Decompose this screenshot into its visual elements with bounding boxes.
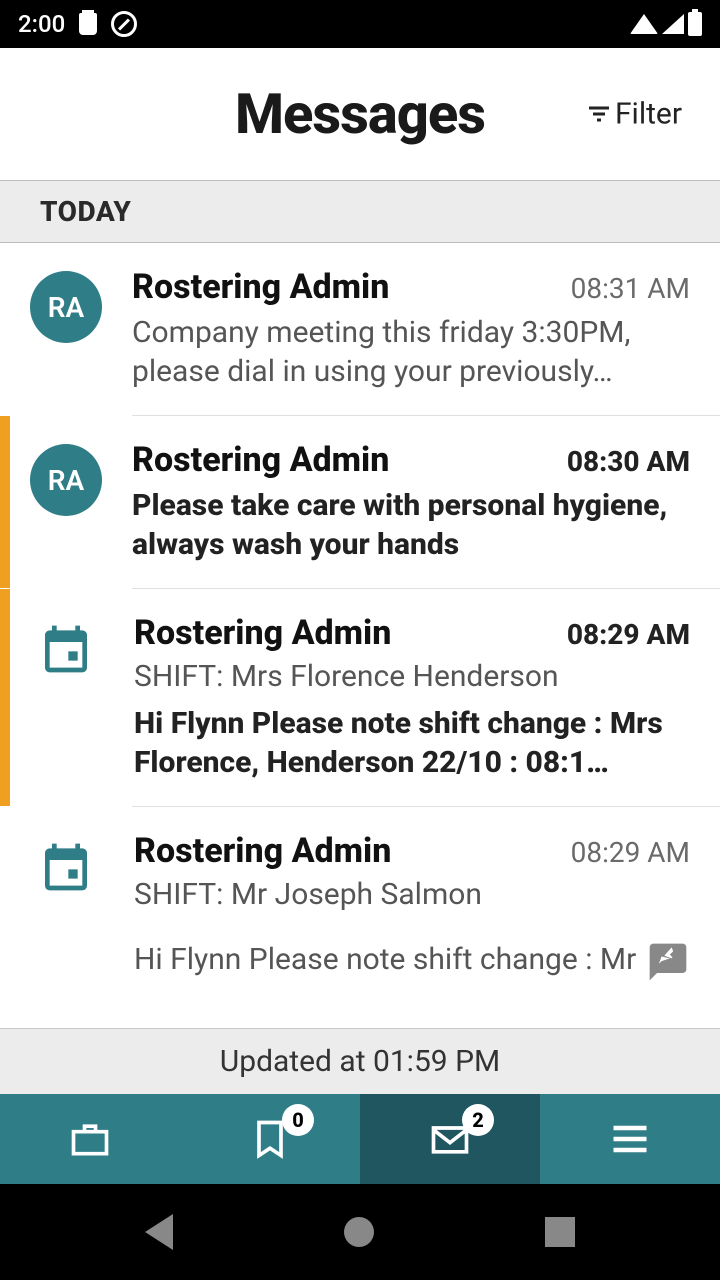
message-sender: Rostering Admin bbox=[132, 440, 389, 480]
filter-icon bbox=[589, 107, 609, 122]
message-subject: SHIFT: Mrs Florence Henderson bbox=[134, 659, 690, 694]
status-bar: 2:00 bbox=[0, 0, 720, 48]
message-item[interactable]: Rostering Admin 08:29 AM SHIFT: Mr Josep… bbox=[0, 807, 720, 1003]
filter-button[interactable]: Filter bbox=[589, 97, 682, 132]
nav-bookmarks[interactable]: 0 bbox=[180, 1094, 360, 1184]
android-back-button[interactable] bbox=[145, 1214, 173, 1250]
message-sender: Rostering Admin bbox=[134, 613, 391, 653]
nav-menu[interactable] bbox=[540, 1094, 720, 1184]
compose-button[interactable] bbox=[646, 940, 690, 980]
page-title: Messages bbox=[235, 81, 485, 147]
message-item[interactable]: RA Rostering Admin 08:31 AM Company meet… bbox=[0, 243, 720, 415]
message-preview: Hi Flynn Please note shift change : Mrs … bbox=[134, 704, 690, 782]
bottom-nav: 0 2 bbox=[0, 1094, 720, 1184]
calendar-icon bbox=[38, 621, 94, 677]
nav-briefcase[interactable] bbox=[0, 1094, 180, 1184]
message-time: 08:29 AM bbox=[567, 618, 690, 651]
do-not-disturb-icon bbox=[111, 11, 137, 37]
android-recent-button[interactable] bbox=[545, 1217, 575, 1247]
message-preview: Company meeting this friday 3:30PM, plea… bbox=[132, 313, 690, 391]
avatar: RA bbox=[30, 444, 102, 516]
status-time: 2:00 bbox=[18, 10, 65, 38]
avatar: RA bbox=[30, 271, 102, 343]
message-preview: Hi Flynn Please note shift change : Mr bbox=[134, 940, 690, 979]
message-time: 08:30 AM bbox=[567, 445, 690, 478]
bookmarks-badge: 0 bbox=[282, 1104, 314, 1136]
android-nav-bar bbox=[0, 1184, 720, 1280]
message-list: RA Rostering Admin 08:31 AM Company meet… bbox=[0, 243, 720, 1003]
message-subject: SHIFT: Mr Joseph Salmon bbox=[134, 877, 690, 912]
message-preview: Please take care with personal hygiene, … bbox=[132, 486, 690, 564]
message-sender: Rostering Admin bbox=[134, 831, 391, 871]
message-time: 08:31 AM bbox=[571, 272, 690, 305]
battery-icon bbox=[688, 12, 702, 36]
filter-label: Filter bbox=[615, 97, 682, 132]
message-time: 08:29 AM bbox=[571, 836, 690, 869]
hamburger-icon bbox=[604, 1117, 656, 1161]
section-today: TODAY bbox=[0, 180, 720, 243]
message-sender: Rostering Admin bbox=[132, 267, 389, 307]
sd-card-icon bbox=[79, 13, 97, 35]
updated-status: Updated at 01:59 PM bbox=[0, 1028, 720, 1094]
message-item[interactable]: Rostering Admin 08:29 AM SHIFT: Mrs Flor… bbox=[0, 589, 720, 806]
cell-signal-icon bbox=[662, 14, 684, 34]
message-item[interactable]: RA Rostering Admin 08:30 AM Please take … bbox=[0, 416, 720, 588]
briefcase-icon bbox=[64, 1117, 116, 1161]
calendar-icon bbox=[38, 839, 94, 895]
nav-messages[interactable]: 2 bbox=[360, 1094, 540, 1184]
android-home-button[interactable] bbox=[344, 1217, 374, 1247]
app-header: Messages Filter bbox=[0, 48, 720, 180]
wifi-icon bbox=[630, 14, 658, 34]
messages-badge: 2 bbox=[462, 1104, 494, 1136]
